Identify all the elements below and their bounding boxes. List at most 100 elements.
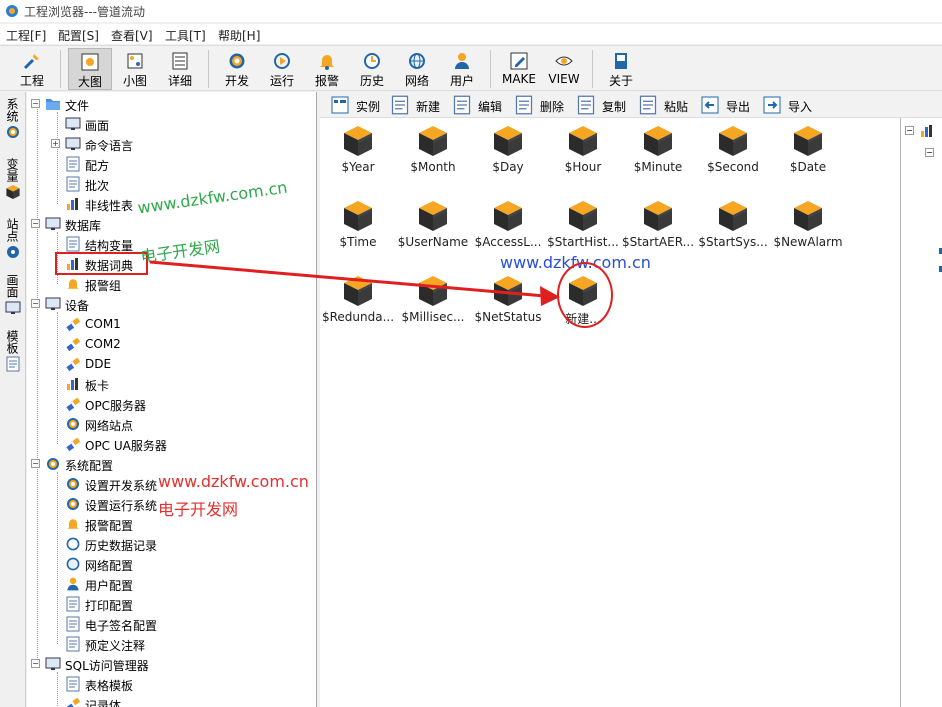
paste-icon <box>638 95 658 115</box>
menu-project[interactable]: 工程[F] <box>6 27 46 44</box>
dde-icon <box>65 356 81 372</box>
collapse-icon[interactable]: − <box>31 219 40 228</box>
edit-icon <box>452 95 472 115</box>
make-button[interactable]: MAKE <box>497 48 541 90</box>
list-item[interactable]: $Hour <box>545 118 621 188</box>
tab-sites[interactable]: 站点 <box>2 218 23 260</box>
right-tree-panel: − − <box>900 118 942 707</box>
tree-guide <box>57 112 58 204</box>
cube-icon <box>791 199 825 233</box>
cube-icon <box>641 124 675 158</box>
list-item[interactable]: $Month <box>395 118 471 188</box>
app-icon <box>6 5 18 17</box>
new-button[interactable]: 新建 <box>390 94 450 116</box>
copy-button[interactable]: 复制 <box>576 94 636 116</box>
import-button[interactable]: 导入 <box>762 94 822 116</box>
window-title: 工程浏览器---管道流动 <box>24 5 145 19</box>
cube-icon <box>491 274 525 308</box>
folder-icon <box>45 96 61 112</box>
alarm-button[interactable]: 报警 <box>305 48 349 90</box>
network-button[interactable]: 网络 <box>395 48 439 90</box>
list-item[interactable]: $Second <box>695 118 771 188</box>
tab-templates[interactable]: 模板 <box>2 330 23 372</box>
cube-icon <box>566 124 600 158</box>
list-item[interactable]: $NetStatus <box>470 268 546 338</box>
content-toolbar: 实例 新建 编辑 删除 复制 粘贴 导出 导入 <box>320 92 942 118</box>
collapse-icon[interactable]: − <box>31 659 40 668</box>
menu-config[interactable]: 配置[S] <box>58 27 99 44</box>
run-icon <box>274 53 290 69</box>
collapse-icon[interactable]: − <box>31 459 40 468</box>
clock-icon <box>66 537 80 551</box>
network-site-icon <box>65 416 81 432</box>
large-icon-button[interactable]: 大图 <box>68 48 112 90</box>
new-doc-icon <box>390 95 410 115</box>
gear-icon <box>227 51 247 71</box>
pen-icon <box>510 52 528 70</box>
large-icon-view-icon <box>81 53 99 71</box>
opcua-icon <box>65 436 81 452</box>
user-icon <box>455 53 469 69</box>
tab-system[interactable]: 系统 <box>2 98 23 140</box>
view-button[interactable]: VIEW <box>542 48 586 90</box>
delete-icon <box>514 95 534 115</box>
small-icon-button[interactable]: 小图 <box>113 48 157 90</box>
export-button[interactable]: 导出 <box>700 94 760 116</box>
sql-icon <box>45 656 61 672</box>
tab-screens[interactable]: 画面 <box>2 274 23 316</box>
tab-variables[interactable]: 变量 <box>2 158 23 200</box>
tree-guide <box>37 104 38 664</box>
list-item[interactable]: $Redunda... <box>320 268 396 338</box>
cube-icon <box>716 199 750 233</box>
menu-tools[interactable]: 工具[T] <box>165 27 206 44</box>
list-item[interactable]: $Time <box>320 193 396 263</box>
collapse-icon[interactable]: − <box>925 148 934 157</box>
edit-button[interactable]: 编辑 <box>452 94 512 116</box>
toolbar-separator <box>60 50 61 88</box>
recipe-icon <box>65 156 81 172</box>
bar-chart-icon <box>919 123 935 139</box>
cube-icon <box>416 274 450 308</box>
cube-icon <box>341 274 375 308</box>
develop-button[interactable]: 开发 <box>215 48 259 90</box>
gear-icon <box>5 124 21 140</box>
eye-icon <box>555 56 573 66</box>
list-item[interactable]: $Day <box>470 118 546 188</box>
tree-guide <box>57 312 58 444</box>
menu-view[interactable]: 查看[V] <box>111 27 153 44</box>
history-button[interactable]: 历史 <box>350 48 394 90</box>
collapse-icon[interactable]: − <box>905 126 914 135</box>
delete-button[interactable]: 删除 <box>514 94 574 116</box>
paste-button[interactable]: 粘贴 <box>638 94 698 116</box>
cube-icon <box>491 124 525 158</box>
toolbar-separator <box>490 50 491 88</box>
list-item[interactable]: $Date <box>770 118 846 188</box>
small-icon-view-icon <box>127 53 143 69</box>
detail-button[interactable]: 详细 <box>158 48 202 90</box>
collapse-icon[interactable]: − <box>31 99 40 108</box>
about-button[interactable]: 关于 <box>599 48 643 90</box>
run-button[interactable]: 运行 <box>260 48 304 90</box>
list-item[interactable]: $UserName <box>395 193 471 263</box>
instance-button[interactable]: 实例 <box>330 94 390 116</box>
highlight-box <box>55 252 148 275</box>
expand-icon[interactable]: + <box>51 139 60 148</box>
list-item[interactable]: $Year <box>320 118 396 188</box>
project-button[interactable]: 工程 <box>10 48 54 90</box>
watermark-name: 电子开发网 <box>158 500 239 519</box>
list-item[interactable]: $NewAlarm <box>770 193 846 263</box>
list-item[interactable]: $Minute <box>620 118 696 188</box>
list-item[interactable]: $StartSys... <box>695 193 771 263</box>
bell-icon <box>320 55 334 70</box>
gear-icon <box>45 456 61 472</box>
board-icon <box>65 376 81 392</box>
toolbar-separator <box>592 50 593 88</box>
user-button[interactable]: 用户 <box>440 48 484 90</box>
menu-help[interactable]: 帮助[H] <box>218 27 260 44</box>
detail-view-icon <box>172 52 188 70</box>
cube-icon <box>491 199 525 233</box>
list-item[interactable]: $Millisec... <box>395 268 471 338</box>
collapse-icon[interactable]: − <box>31 299 40 308</box>
cube-icon <box>416 199 450 233</box>
note-icon <box>65 636 81 652</box>
